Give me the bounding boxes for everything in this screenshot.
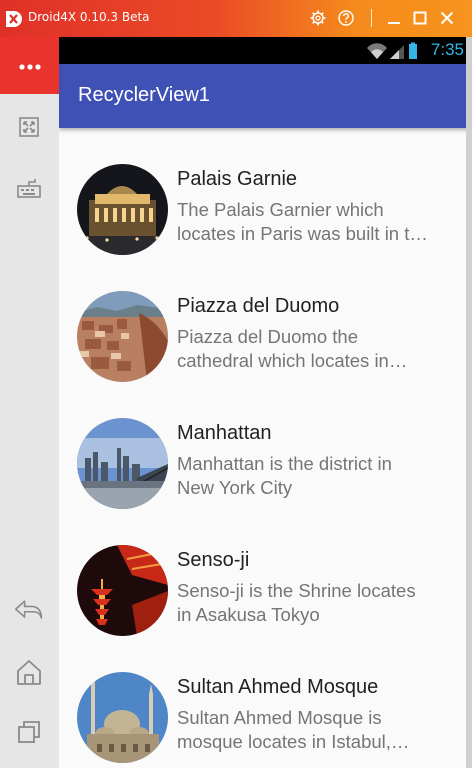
status-icons: [366, 42, 420, 60]
manhattan-thumbnail: [77, 418, 168, 509]
emulator-window: Droid4X 0.10.3 Beta 7:35 RecyclerView1 P…: [0, 0, 472, 768]
droid4x-logo-icon: [4, 9, 24, 29]
titlebar-separator: [371, 9, 372, 27]
item-description: Sultan Ahmed Mosque is mosque locates in…: [177, 707, 391, 752]
app-bar: RecyclerView1: [59, 64, 472, 128]
list-item[interactable]: Manhattan Manhattan is the district in N…: [59, 382, 472, 509]
item-description: Senso-ji is the Shrine locates in Asakus…: [177, 580, 416, 625]
item-description: Piazza del Duomo the cathedral which loc…: [177, 326, 389, 371]
fullscreen-icon[interactable]: [14, 112, 44, 142]
item-title: Piazza del Duomo: [177, 295, 340, 317]
android-screen: 7:35 RecyclerView1 Palais Garnie The Pal…: [59, 37, 472, 768]
item-title: Sultan Ahmed Mosque: [177, 676, 379, 698]
list-item[interactable]: Piazza del Duomo Piazza del Duomo the ca…: [59, 255, 472, 382]
senso-ji-thumbnail: [77, 545, 168, 636]
more-menu-button[interactable]: [0, 37, 59, 94]
item-description: The Palais Garnier which locates in Pari…: [177, 199, 430, 244]
gear-icon[interactable]: [308, 8, 328, 28]
item-title: Senso-ji: [177, 549, 250, 571]
palais-garnier-thumbnail: [77, 164, 168, 255]
item-title: Palais Garnie: [177, 168, 298, 190]
home-icon[interactable]: [14, 657, 44, 687]
more-icon: [18, 56, 42, 75]
battery-icon: [409, 42, 417, 59]
recycler-list[interactable]: Palais Garnie The Palais Garnier which l…: [59, 128, 472, 763]
status-bar: 7:35: [59, 37, 472, 64]
window-title: Droid4X 0.10.3 Beta: [28, 10, 150, 24]
item-description: Manhattan is the district in New York Ci…: [177, 453, 392, 498]
help-icon[interactable]: [336, 8, 356, 28]
list-item[interactable]: Senso-ji Senso-ji is the Shrine locates …: [59, 509, 472, 636]
item-title: Manhattan: [177, 422, 272, 444]
wifi-icon: [367, 43, 387, 59]
status-time: 7:35: [430, 40, 464, 59]
maximize-icon[interactable]: [410, 8, 430, 28]
close-icon[interactable]: [437, 8, 457, 28]
piazza-del-duomo-thumbnail: [77, 291, 168, 382]
emulator-sidebar: [0, 37, 59, 768]
window-right-border: [466, 37, 472, 768]
recent-apps-icon[interactable]: [14, 717, 44, 747]
back-icon[interactable]: [14, 595, 44, 625]
app-title: RecyclerView1: [78, 84, 210, 106]
list-item[interactable]: Palais Garnie The Palais Garnier which l…: [59, 128, 472, 255]
emulator-titlebar: Droid4X 0.10.3 Beta: [0, 0, 472, 37]
minimize-icon[interactable]: [384, 8, 404, 28]
list-item[interactable]: Sultan Ahmed Mosque Sultan Ahmed Mosque …: [59, 636, 472, 763]
sultan-ahmed-mosque-thumbnail: [77, 672, 168, 763]
signal-icon: [390, 45, 404, 59]
keyboard-icon[interactable]: [14, 173, 44, 203]
